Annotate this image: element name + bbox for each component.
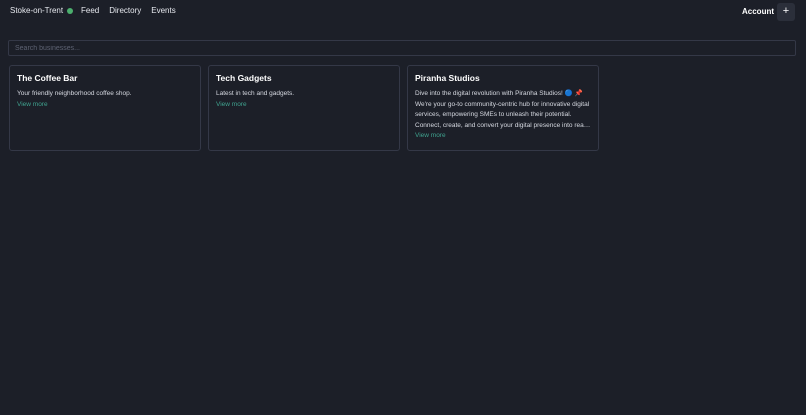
business-name: The Coffee Bar <box>17 73 78 83</box>
account-link[interactable]: Account <box>742 7 774 16</box>
nav-feed[interactable]: Feed <box>81 6 99 15</box>
business-description: Latest in tech and gadgets. <box>216 90 295 97</box>
business-name: Tech Gadgets <box>216 73 272 83</box>
view-more-link[interactable]: View more <box>415 131 591 141</box>
business-card: The Coffee Bar Your friendly neighborhoo… <box>9 65 201 151</box>
business-card-list: The Coffee Bar Your friendly neighborhoo… <box>9 65 606 151</box>
main-nav: Feed Directory Events <box>81 6 186 15</box>
business-card: Tech Gadgets Latest in tech and gadgets.… <box>208 65 400 151</box>
location-selector[interactable]: Stoke-on-Trent <box>10 6 74 15</box>
nav-directory[interactable]: Directory <box>109 6 141 15</box>
nav-events[interactable]: Events <box>151 6 175 15</box>
view-more-link[interactable]: View more <box>17 100 193 110</box>
location-label: Stoke-on-Trent <box>10 6 64 15</box>
business-description: Dive into the digital revolution with Pi… <box>415 90 590 129</box>
status-indicator-icon <box>67 7 74 14</box>
top-navigation-bar: Stoke-on-Trent Feed Directory Events Acc… <box>0 0 806 26</box>
search-input[interactable] <box>8 40 796 56</box>
business-card: Piranha Studios Dive into the digital re… <box>407 65 599 151</box>
add-button[interactable]: + <box>777 3 795 21</box>
business-description: Your friendly neighborhood coffee shop. <box>17 90 132 97</box>
view-more-link[interactable]: View more <box>216 100 392 110</box>
business-name: Piranha Studios <box>415 73 480 83</box>
